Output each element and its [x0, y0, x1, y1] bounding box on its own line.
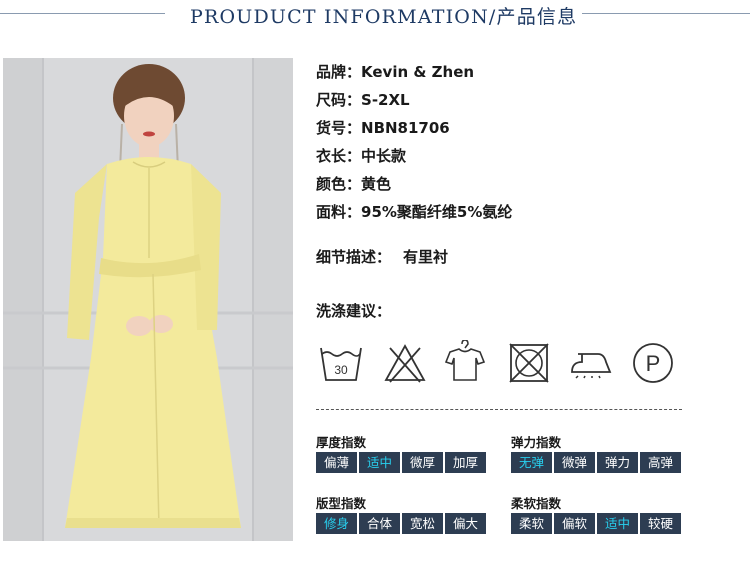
softness-index: 柔软指数 柔软 偏软 适中 较硬: [511, 493, 681, 534]
fit-index-label: 版型指数: [316, 496, 367, 511]
no-tumble-dry-icon: [506, 340, 552, 386]
elasticity-option-selected: 无弹: [511, 452, 552, 473]
wash-30-icon: 30: [318, 340, 364, 386]
fit-option-selected: 修身: [316, 513, 357, 534]
item-number-value: NBN81706: [361, 119, 450, 137]
detail-value: 有里衬: [403, 248, 449, 266]
dry-clean-letter: P: [646, 351, 661, 376]
size-label: 尺码：: [316, 91, 362, 109]
no-bleach-icon: [382, 340, 428, 386]
product-info: 品牌：Kevin & Zhen 尺码：S-2XL 货号：NBN81706 衣长：…: [316, 60, 736, 228]
size-row: 尺码：S-2XL: [316, 88, 736, 116]
brand-row: 品牌：Kevin & Zhen: [316, 60, 736, 88]
elasticity-option: 高弹: [640, 452, 681, 473]
fit-option: 宽松: [402, 513, 443, 534]
care-icons: 30 P: [316, 339, 686, 386]
detail-label: 细节描述：: [316, 248, 392, 266]
thickness-option-selected: 适中: [359, 452, 400, 473]
hang-dry-icon: [442, 339, 488, 386]
fit-index: 版型指数 修身 合体 宽松 偏大: [316, 493, 486, 534]
item-number-row: 货号：NBN81706: [316, 116, 736, 144]
brand-label: 品牌：: [316, 63, 362, 81]
color-label: 颜色：: [316, 175, 362, 193]
fit-option: 偏大: [445, 513, 486, 534]
size-value: S-2XL: [361, 91, 410, 109]
elasticity-index-label: 弹力指数: [511, 435, 562, 450]
fabric-label: 面料：: [316, 203, 362, 221]
elasticity-option: 弹力: [597, 452, 638, 473]
elasticity-index: 弹力指数 无弹 微弹 弹力 高弹: [511, 432, 681, 473]
softness-option-selected: 适中: [597, 513, 638, 534]
header-divider-right: [582, 13, 750, 14]
iron-low-icon: [568, 340, 614, 386]
softness-option: 偏软: [554, 513, 595, 534]
detail-row: 细节描述： 有里衬: [316, 246, 448, 267]
fabric-value: 95%聚酯纤维5%氨纶: [361, 203, 513, 221]
thickness-option: 偏薄: [316, 452, 357, 473]
header-divider-left: [0, 13, 165, 14]
section-header: PROUDUCT INFORMATION/产品信息: [0, 0, 750, 34]
elasticity-option: 微弹: [554, 452, 595, 473]
thickness-option: 加厚: [445, 452, 486, 473]
thickness-option: 微厚: [402, 452, 443, 473]
wash-temperature: 30: [334, 363, 348, 377]
length-value: 中长款: [361, 147, 407, 165]
softness-option: 较硬: [640, 513, 681, 534]
section-title: PROUDUCT INFORMATION/产品信息: [190, 6, 578, 28]
length-label: 衣长：: [316, 147, 362, 165]
dry-clean-p-icon: P: [630, 340, 676, 386]
section-divider: [316, 409, 682, 410]
brand-value: Kevin & Zhen: [361, 63, 475, 81]
wash-instructions-title: 洗涤建议：: [316, 302, 392, 320]
fit-option: 合体: [359, 513, 400, 534]
color-value: 黄色: [361, 175, 392, 193]
item-number-label: 货号：: [316, 119, 362, 137]
fabric-row: 面料：95%聚酯纤维5%氨纶: [316, 200, 736, 228]
softness-index-label: 柔软指数: [511, 496, 562, 511]
thickness-index-label: 厚度指数: [316, 435, 367, 450]
color-row: 颜色：黄色: [316, 172, 736, 200]
product-photo: [3, 58, 293, 541]
thickness-index: 厚度指数 偏薄 适中 微厚 加厚: [316, 432, 486, 473]
length-row: 衣长：中长款: [316, 144, 736, 172]
softness-option: 柔软: [511, 513, 552, 534]
